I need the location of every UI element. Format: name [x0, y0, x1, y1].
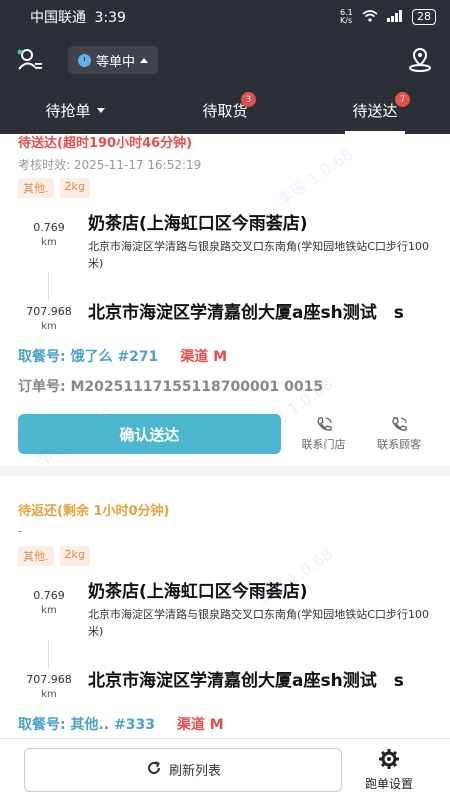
- tag-list: 其他. 2kg: [18, 546, 432, 566]
- contact-customer-label: 联系顾客: [377, 438, 422, 451]
- weight-tag: 2kg: [59, 546, 90, 566]
- pickup-address: 北京市海淀区学清路与银泉路交叉口东南角(学知园地铁站C口步行100米): [88, 608, 429, 638]
- tag-list: 其他. 2kg: [18, 178, 432, 198]
- category-tag: 其他.: [18, 178, 54, 198]
- status-bar: 中国联通 3:39 6.1 K/s 28: [0, 0, 450, 34]
- user-menu-icon[interactable]: [14, 44, 46, 76]
- tab-label: 待抢单: [45, 101, 91, 120]
- contact-customer-button[interactable]: 联系顾客: [366, 416, 432, 452]
- dest-distance: 707.968 km: [18, 300, 80, 334]
- order-list[interactable]: 待送达(超时190小时46分钟) 考核时效: 2025-11-17 16:52:…: [0, 134, 450, 738]
- tab-label: 待送达: [352, 101, 398, 120]
- pickup-name: 奶茶店(上海虹口区今雨荟店): [88, 214, 308, 234]
- pickup-distance: 0.769 km: [18, 580, 80, 640]
- tab-to-pickup[interactable]: 待取货 3: [150, 86, 300, 134]
- dest-distance-unit: km: [41, 689, 57, 700]
- pickup-stop: 0.769 km 奶茶店(上海虹口区今雨荟店) 北京市海淀区学清路与银泉路交叉口…: [18, 580, 432, 640]
- destination-stop: 707.968 km 北京市海淀区学清嘉创大厦a座sh测试 s: [18, 300, 432, 334]
- refresh-list-button[interactable]: 刷新列表: [24, 747, 342, 792]
- pickup-address: 北京市海淀区学清路与银泉路交叉口东南角(学知园地铁站C口步行100米): [88, 240, 429, 270]
- pickup-code-row: 取餐号: 饿了么 #271 渠道 M: [18, 346, 432, 366]
- clock: 3:39: [94, 10, 126, 26]
- pickup-distance: 0.769 km: [18, 212, 80, 272]
- refresh-label: 刷新列表: [168, 764, 221, 779]
- order-card: 待返还(剩余 1小时0分钟) - 其他. 2kg 0.769 km 奶茶店(上海…: [0, 476, 450, 738]
- tab-badge: 7: [395, 92, 410, 107]
- tab-badge: 3: [241, 92, 256, 107]
- order-card: 待送达(超时190小时46分钟) 考核时效: 2025-11-17 16:52:…: [0, 134, 450, 466]
- phone-icon: [366, 416, 432, 436]
- signal-icon: [386, 9, 404, 25]
- confirm-delivery-button[interactable]: 确认送达: [18, 414, 281, 454]
- carrier-label: 中国联通: [30, 10, 86, 26]
- order-number[interactable]: 订单号: M20251117155118700001 0015: [18, 376, 432, 396]
- wifi-icon: [362, 9, 378, 25]
- pickup-stop: 0.769 km 奶茶店(上海虹口区今雨荟店) 北京市海淀区学清路与银泉路交叉口…: [18, 212, 432, 272]
- pickup-distance-value: 0.769: [33, 589, 65, 602]
- assess-time: 考核时效: 2025-11-17 16:52:19: [18, 158, 202, 172]
- chevron-down-icon: [96, 107, 105, 113]
- net-speed: 6.1 K/s: [340, 8, 353, 25]
- dest-distance: 707.968 km: [18, 668, 80, 702]
- location-icon[interactable]: [404, 47, 436, 73]
- pickup-code-row: 取餐号: 其他.. #333 渠道 M: [18, 714, 432, 734]
- pickup-code: 取餐号: 其他.. #333: [18, 717, 155, 733]
- dest-distance-unit: km: [41, 321, 57, 332]
- clock-icon: [78, 53, 91, 67]
- refresh-icon: [145, 759, 163, 781]
- gear-icon: [378, 748, 400, 773]
- dest-distance-value: 707.968: [26, 673, 72, 686]
- dest-distance-value: 707.968: [26, 305, 72, 318]
- route-line: [18, 272, 80, 300]
- settings-label: 跑单设置: [364, 776, 413, 791]
- destination-name: 北京市海淀区学清嘉创大厦a座sh测试 s: [88, 671, 404, 691]
- pickup-distance-unit: km: [41, 237, 57, 248]
- assess-time: -: [18, 524, 23, 538]
- route-line: [18, 640, 80, 668]
- bottom-bar: 刷新列表 跑单设置: [0, 738, 450, 800]
- channel-label: 渠道 M: [176, 717, 224, 733]
- caret-up-icon: [140, 57, 149, 63]
- pickup-code: 取餐号: 饿了么 #271: [18, 349, 159, 365]
- order-status: 待返还(剩余 1小时0分钟): [18, 504, 170, 519]
- work-status-dropdown[interactable]: 等单中: [68, 46, 159, 74]
- destination-stop: 707.968 km 北京市海淀区学清嘉创大厦a座sh测试 s: [18, 668, 432, 702]
- work-status-label: 等单中: [96, 54, 136, 70]
- contact-store-button[interactable]: 联系门店: [291, 416, 357, 452]
- order-tabs: 待抢单 待取货 3 待送达 7: [0, 86, 450, 134]
- tab-to-deliver[interactable]: 待送达 7: [300, 86, 450, 134]
- pickup-distance-value: 0.769: [33, 221, 65, 234]
- order-actions: 确认送达 联系门店 联系顾客: [18, 414, 432, 454]
- channel-label: 渠道 M: [180, 349, 228, 365]
- pickup-name: 奶茶店(上海虹口区今雨荟店): [88, 582, 308, 602]
- category-tag: 其他.: [18, 546, 54, 566]
- top-bar: 等单中: [0, 34, 450, 86]
- phone-icon: [291, 416, 357, 436]
- contact-store-label: 联系门店: [301, 438, 346, 451]
- tab-to-grab[interactable]: 待抢单: [0, 86, 150, 134]
- run-settings-button[interactable]: 跑单设置: [342, 748, 436, 792]
- battery-icon: 28: [412, 9, 436, 25]
- weight-tag: 2kg: [59, 178, 90, 198]
- pickup-distance-unit: km: [41, 605, 57, 616]
- order-status: 待送达(超时190小时46分钟): [18, 136, 193, 151]
- destination-name: 北京市海淀区学清嘉创大厦a座sh测试 s: [88, 303, 404, 323]
